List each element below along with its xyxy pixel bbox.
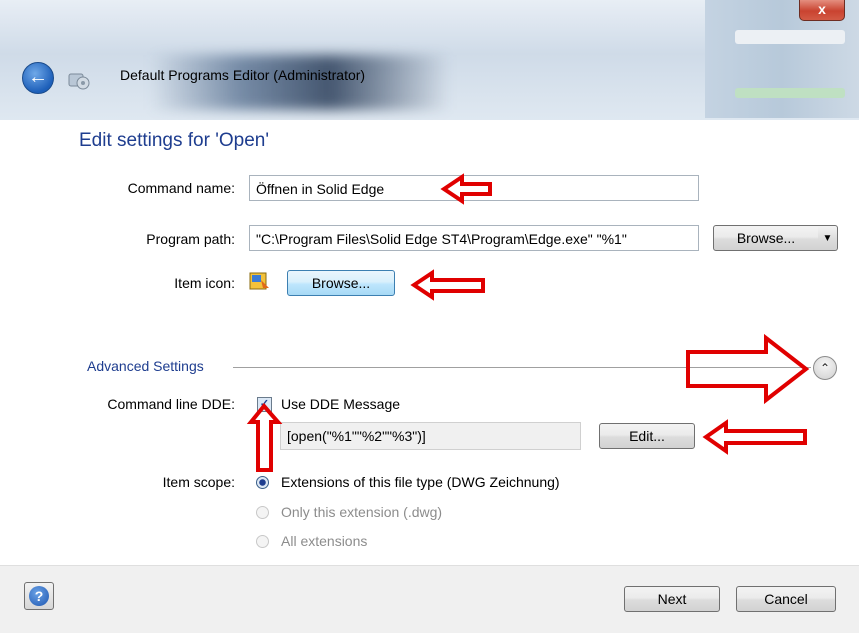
close-button[interactable]: x bbox=[799, 0, 845, 21]
footer-bar: ? Next Cancel bbox=[0, 565, 859, 633]
dropdown-arrow-icon[interactable]: ▼ bbox=[818, 225, 838, 251]
scope-radio-this-extension[interactable] bbox=[256, 506, 269, 519]
window-title: Default Programs Editor (Administrator) bbox=[120, 67, 366, 83]
scope-radio-file-type[interactable] bbox=[256, 476, 269, 489]
dialog-window: x ← Default Programs Editor (Administrat… bbox=[0, 0, 859, 633]
chevron-up-icon[interactable]: ⌃ bbox=[813, 356, 837, 380]
next-button[interactable]: Next bbox=[624, 586, 720, 612]
back-arrow-icon[interactable]: ← bbox=[22, 62, 54, 94]
dde-label: Command line DDE: bbox=[107, 396, 235, 412]
use-dde-checkbox[interactable]: ✓ bbox=[257, 397, 272, 412]
command-name-input[interactable]: Öffnen in Solid Edge bbox=[249, 175, 699, 201]
app-icon bbox=[68, 73, 90, 90]
help-button[interactable]: ? bbox=[24, 582, 54, 610]
icon-browse-button[interactable]: Browse... bbox=[287, 270, 395, 296]
item-icon-label: Item icon: bbox=[174, 275, 235, 291]
scope-radio-all-extensions[interactable] bbox=[256, 535, 269, 548]
advanced-settings-label: Advanced Settings bbox=[87, 358, 204, 374]
command-name-label: Command name: bbox=[127, 180, 235, 196]
cancel-button[interactable]: Cancel bbox=[736, 586, 836, 612]
dde-edit-button[interactable]: Edit... bbox=[599, 423, 695, 449]
program-path-label: Program path: bbox=[146, 231, 235, 247]
use-dde-label: Use DDE Message bbox=[281, 396, 401, 412]
scope-option-label: All extensions bbox=[281, 533, 368, 549]
section-divider bbox=[233, 367, 811, 368]
program-path-input[interactable]: "C:\Program Files\Solid Edge ST4\Program… bbox=[249, 225, 699, 251]
dde-message-field: [open("%1""%2""%3")] bbox=[280, 422, 581, 450]
scope-option-label: Only this extension (.dwg) bbox=[281, 504, 443, 520]
title-bar: x ← Default Programs Editor (Administrat… bbox=[0, 0, 859, 120]
scope-option-label: Extensions of this file type (DWG Zeichn… bbox=[281, 474, 560, 490]
main-content: Edit settings for 'Open' Command name: Ö… bbox=[0, 120, 859, 565]
item-icon-preview bbox=[249, 272, 269, 290]
help-icon: ? bbox=[29, 586, 49, 606]
item-scope-label: Item scope: bbox=[162, 474, 235, 490]
program-browse-button[interactable]: Browse... bbox=[713, 225, 819, 251]
page-title: Edit settings for 'Open' bbox=[79, 130, 269, 151]
